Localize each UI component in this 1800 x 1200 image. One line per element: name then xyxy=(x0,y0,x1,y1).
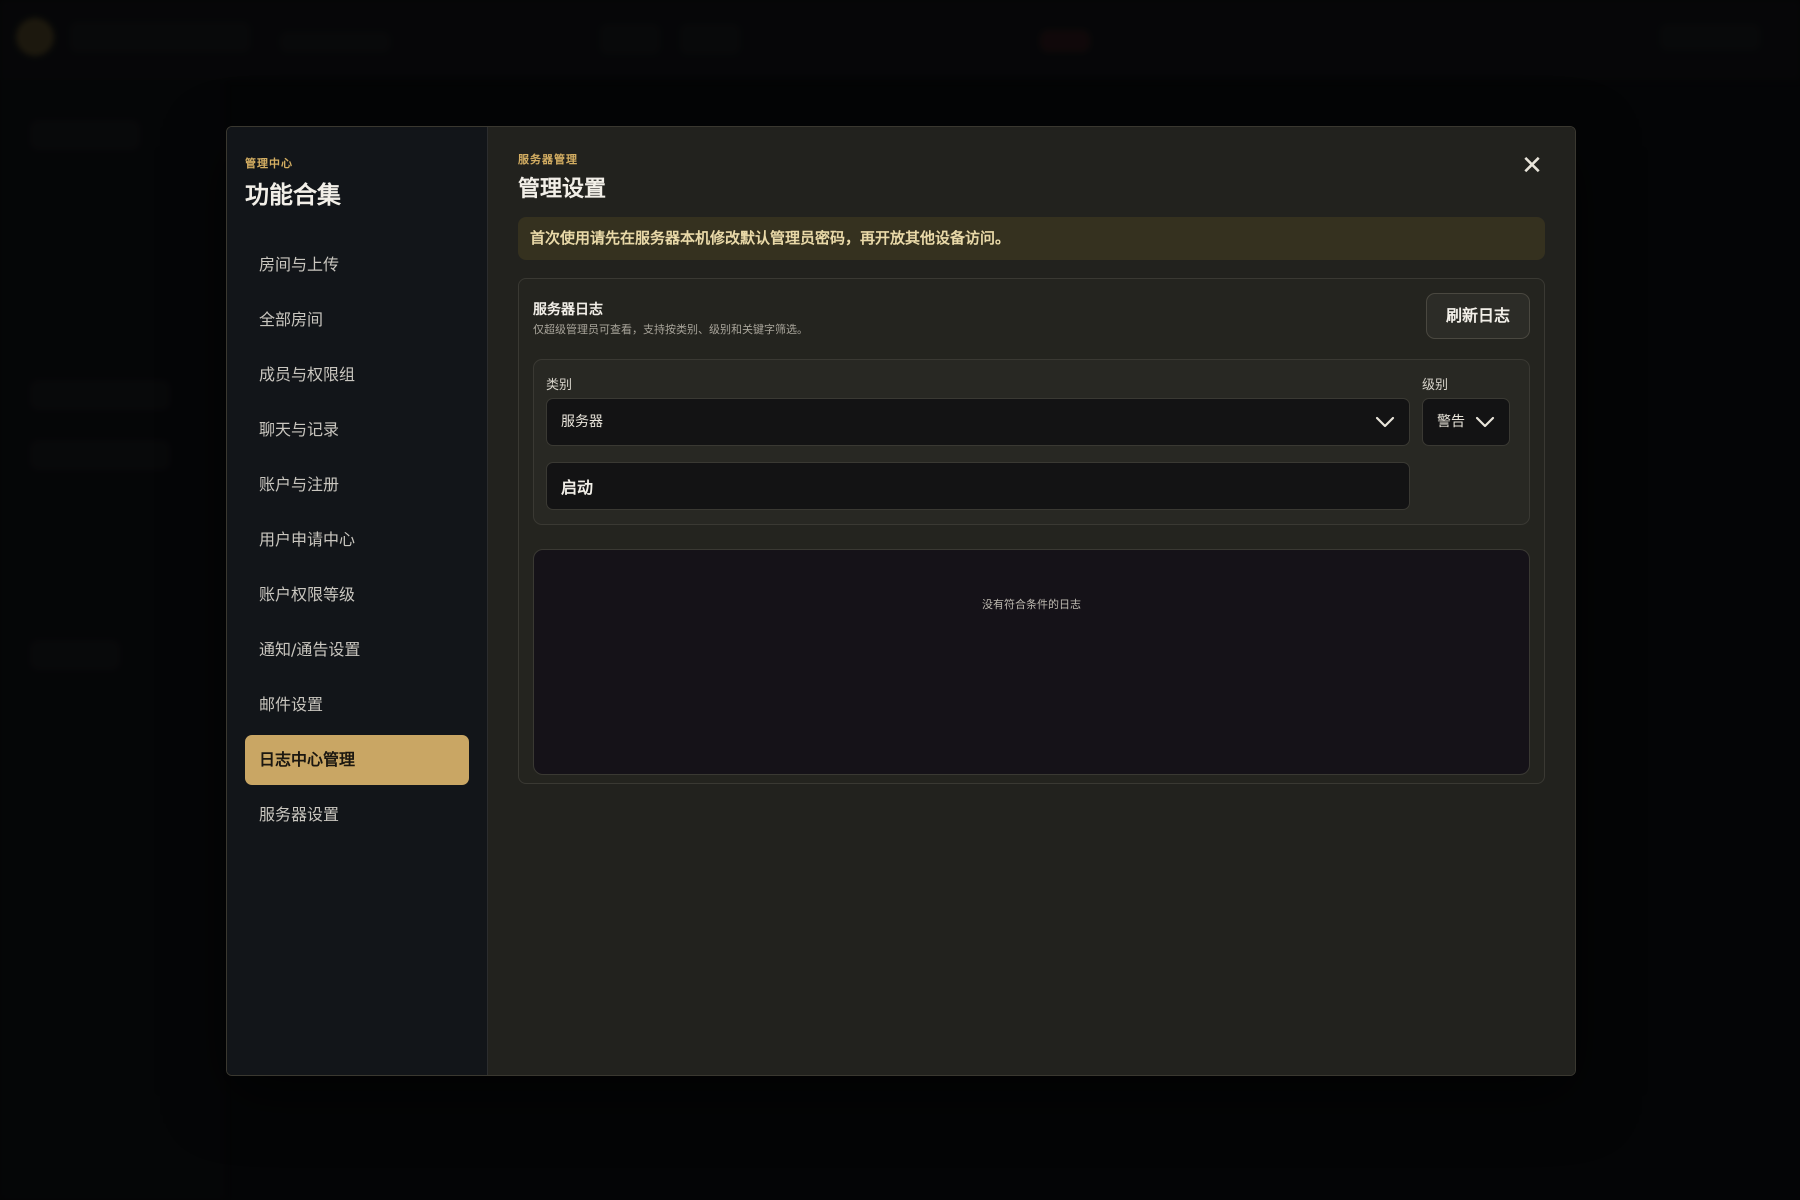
log-panel-title: 服务器日志 xyxy=(533,302,603,318)
sidebar-item-all-rooms[interactable]: 全部房间 xyxy=(245,295,469,345)
category-select-value: 服务器 xyxy=(561,414,603,430)
close-button[interactable]: ✕ xyxy=(1519,153,1545,179)
close-icon: ✕ xyxy=(1521,151,1543,181)
page-title: 管理设置 xyxy=(518,177,607,202)
sidebar-item-mail-settings[interactable]: 邮件设置 xyxy=(245,680,469,730)
sidebar-item-members-groups[interactable]: 成员与权限组 xyxy=(245,350,469,400)
empty-state-text: 没有符合条件的日志 xyxy=(982,598,1081,611)
admin-modal: 管理中心 功能合集 房间与上传 全部房间 成员与权限组 聊天与记录 账户与注册 … xyxy=(226,126,1576,1076)
chevron-down-icon xyxy=(1475,416,1495,428)
level-select-value: 警告 xyxy=(1437,414,1465,430)
level-select[interactable]: 警告 xyxy=(1422,398,1510,446)
log-filter-box: 类别 级别 服务器 警告 xyxy=(533,359,1530,525)
category-select[interactable]: 服务器 xyxy=(546,398,1410,446)
sidebar-item-notifications[interactable]: 通知/通告设置 xyxy=(245,625,469,675)
sidebar-item-server-settings[interactable]: 服务器设置 xyxy=(245,790,469,840)
category-label: 类别 xyxy=(546,378,573,393)
sidebar-item-log-center[interactable]: 日志中心管理 xyxy=(245,735,469,785)
sidebar-item-account-register[interactable]: 账户与注册 xyxy=(245,460,469,510)
sidebar-item-rooms-upload[interactable]: 房间与上传 xyxy=(245,240,469,290)
refresh-logs-button[interactable]: 刷新日志 xyxy=(1426,293,1530,339)
sidebar-title: 功能合集 xyxy=(245,181,341,209)
security-notice: 首次使用请先在服务器本机修改默认管理员密码，再开放其他设备访问。 xyxy=(518,217,1545,260)
modal-sidebar: 管理中心 功能合集 房间与上传 全部房间 成员与权限组 聊天与记录 账户与注册 … xyxy=(227,127,488,1075)
modal-main: 服务器管理 管理设置 ✕ 首次使用请先在服务器本机修改默认管理员密码，再开放其他… xyxy=(488,127,1575,1075)
sidebar-item-chat-records[interactable]: 聊天与记录 xyxy=(245,405,469,455)
sidebar-nav: 房间与上传 全部房间 成员与权限组 聊天与记录 账户与注册 用户申请中心 账户权… xyxy=(245,240,469,840)
section-kicker: 服务器管理 xyxy=(518,153,578,166)
level-label: 级别 xyxy=(1422,378,1449,393)
server-log-panel: 服务器日志 仅超级管理员可查看，支持按类别、级别和关键字筛选。 刷新日志 类别 … xyxy=(518,278,1545,784)
keyword-input[interactable] xyxy=(546,462,1410,510)
sidebar-kicker: 管理中心 xyxy=(245,157,293,170)
log-panel-subtitle: 仅超级管理员可查看，支持按类别、级别和关键字筛选。 xyxy=(533,323,808,336)
chevron-down-icon xyxy=(1375,416,1395,428)
sidebar-item-permission-levels[interactable]: 账户权限等级 xyxy=(245,570,469,620)
log-list[interactable]: 没有符合条件的日志 xyxy=(533,549,1530,775)
sidebar-item-user-applications[interactable]: 用户申请中心 xyxy=(245,515,469,565)
